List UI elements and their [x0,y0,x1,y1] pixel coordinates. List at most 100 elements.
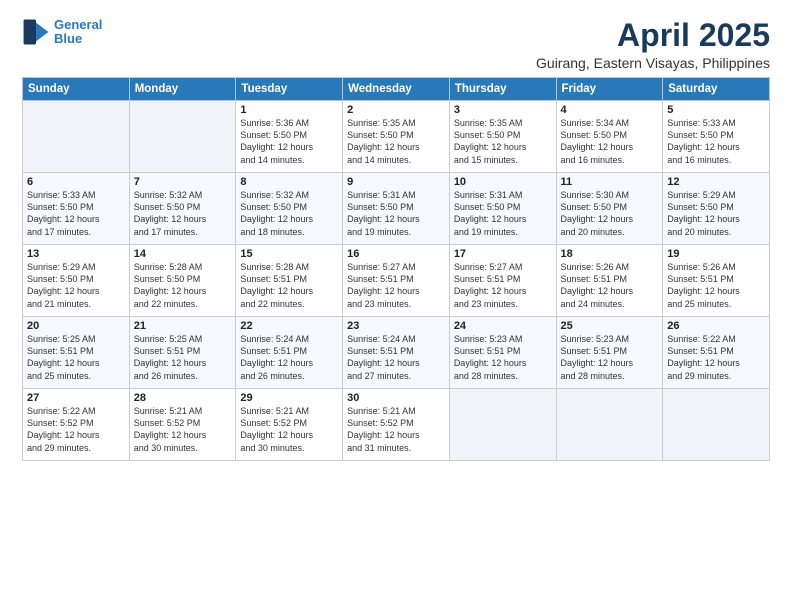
calendar-cell [663,389,770,461]
calendar-cell [23,101,130,173]
day-number: 13 [27,248,125,260]
calendar-cell: 5Sunrise: 5:33 AM Sunset: 5:50 PM Daylig… [663,101,770,173]
day-number: 11 [561,176,659,188]
calendar-cell: 4Sunrise: 5:34 AM Sunset: 5:50 PM Daylig… [556,101,663,173]
calendar-cell: 18Sunrise: 5:26 AM Sunset: 5:51 PM Dayli… [556,245,663,317]
main-title: April 2025 [536,18,770,53]
day-info: Sunrise: 5:28 AM Sunset: 5:51 PM Dayligh… [240,261,338,310]
day-info: Sunrise: 5:27 AM Sunset: 5:51 PM Dayligh… [347,261,445,310]
day-number: 2 [347,104,445,116]
day-info: Sunrise: 5:26 AM Sunset: 5:51 PM Dayligh… [667,261,765,310]
calendar-cell [449,389,556,461]
week-row-1: 1Sunrise: 5:36 AM Sunset: 5:50 PM Daylig… [23,101,770,173]
day-info: Sunrise: 5:32 AM Sunset: 5:50 PM Dayligh… [240,189,338,238]
calendar-cell: 30Sunrise: 5:21 AM Sunset: 5:52 PM Dayli… [343,389,450,461]
weekday-header-monday: Monday [129,78,236,101]
header: General Blue April 2025 Guirang, Eastern… [22,18,770,71]
calendar-cell: 21Sunrise: 5:25 AM Sunset: 5:51 PM Dayli… [129,317,236,389]
week-row-2: 6Sunrise: 5:33 AM Sunset: 5:50 PM Daylig… [23,173,770,245]
day-number: 14 [134,248,232,260]
calendar-cell: 23Sunrise: 5:24 AM Sunset: 5:51 PM Dayli… [343,317,450,389]
weekday-header-tuesday: Tuesday [236,78,343,101]
day-number: 23 [347,320,445,332]
calendar-cell: 7Sunrise: 5:32 AM Sunset: 5:50 PM Daylig… [129,173,236,245]
calendar-cell: 11Sunrise: 5:30 AM Sunset: 5:50 PM Dayli… [556,173,663,245]
day-number: 21 [134,320,232,332]
calendar-cell: 26Sunrise: 5:22 AM Sunset: 5:51 PM Dayli… [663,317,770,389]
calendar-cell: 9Sunrise: 5:31 AM Sunset: 5:50 PM Daylig… [343,173,450,245]
day-number: 4 [561,104,659,116]
day-number: 29 [240,392,338,404]
calendar-cell: 6Sunrise: 5:33 AM Sunset: 5:50 PM Daylig… [23,173,130,245]
day-info: Sunrise: 5:36 AM Sunset: 5:50 PM Dayligh… [240,117,338,166]
weekday-header-row: SundayMondayTuesdayWednesdayThursdayFrid… [23,78,770,101]
day-number: 26 [667,320,765,332]
weekday-header-friday: Friday [556,78,663,101]
day-number: 28 [134,392,232,404]
calendar-cell: 27Sunrise: 5:22 AM Sunset: 5:52 PM Dayli… [23,389,130,461]
day-number: 25 [561,320,659,332]
calendar-cell: 19Sunrise: 5:26 AM Sunset: 5:51 PM Dayli… [663,245,770,317]
day-number: 10 [454,176,552,188]
day-number: 8 [240,176,338,188]
logo-line1: General [54,17,102,32]
calendar-cell: 17Sunrise: 5:27 AM Sunset: 5:51 PM Dayli… [449,245,556,317]
day-number: 24 [454,320,552,332]
calendar-cell: 22Sunrise: 5:24 AM Sunset: 5:51 PM Dayli… [236,317,343,389]
day-info: Sunrise: 5:25 AM Sunset: 5:51 PM Dayligh… [27,333,125,382]
calendar-cell: 28Sunrise: 5:21 AM Sunset: 5:52 PM Dayli… [129,389,236,461]
calendar-cell: 13Sunrise: 5:29 AM Sunset: 5:50 PM Dayli… [23,245,130,317]
day-number: 22 [240,320,338,332]
logo: General Blue [22,18,102,47]
day-info: Sunrise: 5:21 AM Sunset: 5:52 PM Dayligh… [134,405,232,454]
day-info: Sunrise: 5:29 AM Sunset: 5:50 PM Dayligh… [667,189,765,238]
weekday-header-wednesday: Wednesday [343,78,450,101]
day-info: Sunrise: 5:35 AM Sunset: 5:50 PM Dayligh… [347,117,445,166]
calendar-cell: 1Sunrise: 5:36 AM Sunset: 5:50 PM Daylig… [236,101,343,173]
weekday-header-thursday: Thursday [449,78,556,101]
day-info: Sunrise: 5:29 AM Sunset: 5:50 PM Dayligh… [27,261,125,310]
day-info: Sunrise: 5:25 AM Sunset: 5:51 PM Dayligh… [134,333,232,382]
day-number: 6 [27,176,125,188]
weekday-header-saturday: Saturday [663,78,770,101]
day-info: Sunrise: 5:28 AM Sunset: 5:50 PM Dayligh… [134,261,232,310]
day-number: 7 [134,176,232,188]
calendar-cell: 8Sunrise: 5:32 AM Sunset: 5:50 PM Daylig… [236,173,343,245]
day-info: Sunrise: 5:22 AM Sunset: 5:52 PM Dayligh… [27,405,125,454]
calendar-cell: 16Sunrise: 5:27 AM Sunset: 5:51 PM Dayli… [343,245,450,317]
calendar-cell [129,101,236,173]
week-row-3: 13Sunrise: 5:29 AM Sunset: 5:50 PM Dayli… [23,245,770,317]
day-info: Sunrise: 5:32 AM Sunset: 5:50 PM Dayligh… [134,189,232,238]
day-info: Sunrise: 5:31 AM Sunset: 5:50 PM Dayligh… [347,189,445,238]
calendar-cell: 25Sunrise: 5:23 AM Sunset: 5:51 PM Dayli… [556,317,663,389]
day-number: 19 [667,248,765,260]
title-block: April 2025 Guirang, Eastern Visayas, Phi… [536,18,770,71]
week-row-5: 27Sunrise: 5:22 AM Sunset: 5:52 PM Dayli… [23,389,770,461]
day-number: 12 [667,176,765,188]
subtitle: Guirang, Eastern Visayas, Philippines [536,55,770,71]
day-info: Sunrise: 5:26 AM Sunset: 5:51 PM Dayligh… [561,261,659,310]
weekday-header-sunday: Sunday [23,78,130,101]
day-number: 9 [347,176,445,188]
day-number: 27 [27,392,125,404]
calendar-cell: 3Sunrise: 5:35 AM Sunset: 5:50 PM Daylig… [449,101,556,173]
day-number: 3 [454,104,552,116]
day-number: 15 [240,248,338,260]
logo-icon [22,18,50,46]
day-info: Sunrise: 5:31 AM Sunset: 5:50 PM Dayligh… [454,189,552,238]
calendar-cell: 29Sunrise: 5:21 AM Sunset: 5:52 PM Dayli… [236,389,343,461]
day-info: Sunrise: 5:23 AM Sunset: 5:51 PM Dayligh… [454,333,552,382]
day-info: Sunrise: 5:21 AM Sunset: 5:52 PM Dayligh… [347,405,445,454]
day-number: 1 [240,104,338,116]
day-info: Sunrise: 5:21 AM Sunset: 5:52 PM Dayligh… [240,405,338,454]
day-info: Sunrise: 5:24 AM Sunset: 5:51 PM Dayligh… [240,333,338,382]
day-info: Sunrise: 5:24 AM Sunset: 5:51 PM Dayligh… [347,333,445,382]
day-number: 30 [347,392,445,404]
day-info: Sunrise: 5:35 AM Sunset: 5:50 PM Dayligh… [454,117,552,166]
day-number: 17 [454,248,552,260]
calendar-table: SundayMondayTuesdayWednesdayThursdayFrid… [22,77,770,461]
week-row-4: 20Sunrise: 5:25 AM Sunset: 5:51 PM Dayli… [23,317,770,389]
day-number: 16 [347,248,445,260]
calendar-cell: 15Sunrise: 5:28 AM Sunset: 5:51 PM Dayli… [236,245,343,317]
calendar-page: General Blue April 2025 Guirang, Eastern… [0,0,792,612]
